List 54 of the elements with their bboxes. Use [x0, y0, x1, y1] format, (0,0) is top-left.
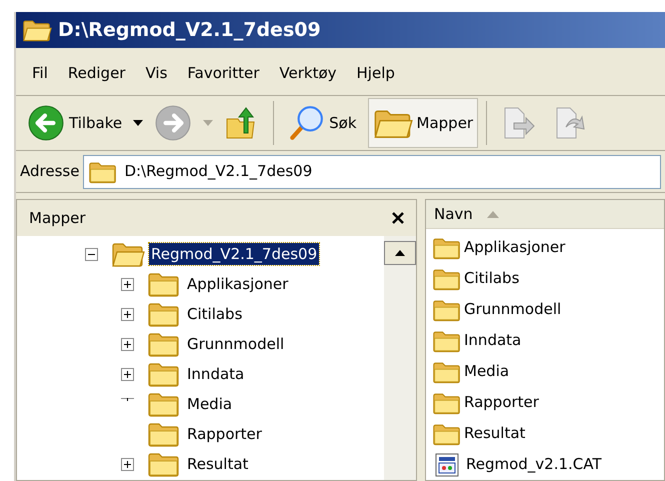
file-item[interactable]: Regmod_v2.1.CAT	[466, 453, 602, 476]
folder-icon	[147, 421, 181, 447]
file-item[interactable]: Applikasjoner	[464, 236, 566, 259]
expander-glitch-icon	[121, 398, 134, 400]
collapse-icon[interactable]	[85, 248, 98, 260]
file-item[interactable]: Inndata	[464, 329, 522, 352]
scroll-up-icon	[395, 250, 405, 256]
file-item[interactable]: Media	[464, 360, 510, 383]
scrollbar[interactable]	[384, 236, 416, 480]
toolbar-button[interactable]: Tilbake	[22, 98, 128, 148]
file-item[interactable]: Grunnmodell	[464, 298, 562, 321]
search-icon	[287, 104, 326, 142]
menu-item[interactable]: Fil	[22, 62, 58, 85]
file-item[interactable]: Citilabs	[464, 267, 520, 290]
dropdown-caret-icon[interactable]	[133, 120, 144, 126]
expand-icon[interactable]	[121, 368, 134, 380]
expand-icon[interactable]	[121, 338, 134, 350]
tree-item[interactable]: Citilabs	[185, 302, 244, 326]
menu-item[interactable]: Hjelp	[346, 62, 405, 85]
catalog-file-icon	[434, 452, 460, 478]
tree-item[interactable]: Grunnmodell	[185, 332, 286, 356]
folder-icon	[147, 391, 181, 417]
sort-ascending-icon	[486, 210, 499, 218]
folder-icon	[22, 18, 52, 42]
folder-icon	[88, 160, 118, 184]
tree-item[interactable]: Media	[185, 392, 234, 416]
tree-item[interactable]: Rapporter	[185, 422, 264, 446]
address-label: Adresse	[20, 161, 80, 182]
toolbar-button[interactable]: Mapper	[368, 98, 478, 148]
folder-icon	[111, 241, 145, 267]
folder-icon	[147, 301, 181, 327]
address-field[interactable]: D:\Regmod_V2.1_7des09	[83, 154, 661, 188]
menu-item[interactable]: Rediger	[58, 62, 136, 85]
tree-item[interactable]: Resultat	[185, 452, 250, 476]
expand-icon[interactable]	[121, 278, 134, 290]
tree-item[interactable]: Applikasjoner	[185, 272, 290, 296]
pane-title: Mapper	[29, 208, 86, 229]
menu-item[interactable]: Favoritter	[177, 62, 270, 85]
expand-icon[interactable]	[121, 458, 134, 470]
expand-icon[interactable]	[121, 308, 134, 320]
file-item[interactable]: Resultat	[464, 422, 526, 445]
tree-item[interactable]: Inndata	[185, 362, 246, 386]
folder-icon	[147, 271, 181, 297]
folder-icon	[147, 331, 181, 357]
close-icon[interactable]	[392, 212, 404, 224]
tree-item[interactable]: Regmod_V2.1_7des09	[149, 242, 320, 266]
menu-item[interactable]: Verktøy	[269, 62, 347, 85]
folder-icon	[147, 451, 181, 477]
folder-icon	[147, 361, 181, 387]
toolbar-button[interactable]: Søk	[282, 98, 362, 148]
file-item[interactable]: Rapporter	[464, 391, 539, 414]
window-title: D:\Regmod_V2.1_7des09	[58, 18, 321, 43]
column-header[interactable]: Navn	[426, 200, 664, 229]
menu-item[interactable]: Vis	[135, 62, 178, 85]
